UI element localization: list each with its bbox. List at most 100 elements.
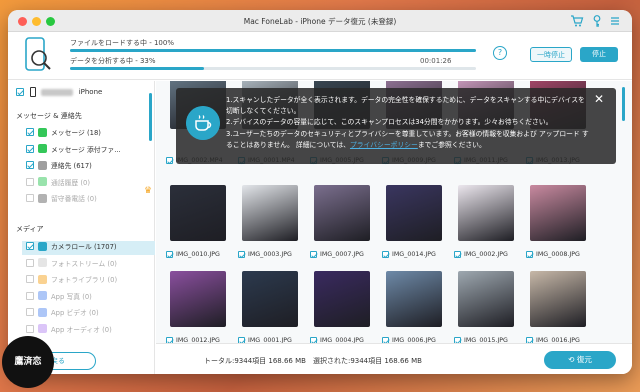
thumbnail-caption[interactable]: IMG_0014.JPG (382, 251, 436, 259)
tooltip-text: 1.スキャンしたデータが全く表示されます。データの完全性を確保するために、データ… (226, 95, 596, 151)
sidebar-item-checkbox[interactable] (26, 242, 34, 250)
cart-icon[interactable] (570, 14, 584, 28)
sidebar-item-checkbox[interactable] (26, 177, 34, 186)
thumbnail-filename: IMG_0003.JPG (248, 251, 292, 258)
sidebar-item-label: App ビデオ (0) (51, 309, 99, 317)
thumbnail-checkbox[interactable] (382, 251, 389, 258)
sidebar-item[interactable]: App ビデオ (0) (26, 307, 151, 321)
phone-scan-icon (25, 37, 51, 71)
tooltip-line: 切断しなくてください。 (226, 107, 301, 116)
window-title: Mac FoneLab - iPhone データ復元 (未登録) (243, 17, 397, 26)
thumbnail-checkbox[interactable] (526, 251, 533, 258)
stop-button[interactable]: 停止 (580, 47, 618, 62)
photo-thumbnail[interactable] (170, 271, 226, 327)
sidebar-item[interactable]: カメラロール (1707) (22, 241, 155, 255)
total-summary: トータル:9344項目 168.66 MB 選択された:9344項目 168.6… (204, 357, 422, 365)
category-sidebar: iPhone メッセージ & 連絡先 メッセージ (18) メッセージ 添付ファ.… (8, 81, 155, 374)
sidebar-item-label: 留守番電話 (0) (51, 195, 97, 203)
sidebar-item-checkbox[interactable] (26, 194, 34, 202)
sidebar-item-label: フォトライブラリ (0) (51, 276, 118, 284)
photo-thumbnail[interactable] (314, 271, 370, 327)
sidebar-item-label: メッセージ (18) (51, 129, 101, 137)
thumbnail-caption[interactable]: IMG_0008.JPG (526, 251, 580, 259)
scan-tips-tooltip: 1.スキャンしたデータが全く表示されます。データの完全性を確保するために、データ… (176, 88, 616, 164)
device-row[interactable]: iPhone (16, 87, 146, 99)
category-icon (38, 291, 47, 300)
close-tooltip-icon[interactable]: ✕ (594, 92, 604, 106)
thumbnail-checkbox[interactable] (454, 251, 461, 258)
photo-thumbnail[interactable] (386, 185, 442, 241)
sidebar-item[interactable]: メッセージ 添付ファ... (26, 144, 151, 158)
pause-button[interactable]: 一時停止 (530, 47, 572, 62)
photo-thumbnail[interactable] (242, 271, 298, 327)
category-icon (38, 324, 47, 333)
footer-bar: トータル:9344項目 168.66 MB 選択された:9344項目 168.6… (156, 343, 632, 374)
sidebar-item-checkbox[interactable] (26, 291, 34, 300)
photo-thumbnail[interactable] (458, 185, 514, 241)
category-icon (38, 160, 47, 170)
restore-label: 復元 (576, 355, 592, 364)
scan-progress-panel: ファイルをロードする中 - 100% データを分析する中 - 33% 00:01… (8, 32, 632, 80)
thumbnail-checkbox[interactable] (238, 251, 245, 258)
sidebar-item-checkbox[interactable] (26, 258, 34, 267)
thumbnail-filename: IMG_0002.JPG (464, 251, 508, 258)
sidebar-item-checkbox[interactable] (26, 275, 34, 283)
thumbnail-checkbox[interactable] (166, 157, 173, 164)
photo-thumbnail[interactable] (530, 271, 586, 327)
photo-thumbnail[interactable] (530, 185, 586, 241)
photo-thumbnail[interactable] (458, 271, 514, 327)
category-icon (38, 274, 47, 284)
sidebar-item[interactable]: App オーディオ (0) (26, 324, 151, 338)
sidebar-item[interactable]: 留守番電話 (0) (26, 193, 151, 207)
sidebar-item-checkbox[interactable] (26, 144, 34, 153)
analyze-progress-label: データを分析する中 - 33% (70, 57, 156, 65)
thumbnail-checkbox[interactable] (310, 251, 317, 258)
sidebar-item-checkbox[interactable] (26, 161, 34, 169)
category-icon (38, 177, 47, 186)
category-icon (38, 241, 47, 251)
grid-scrollbar[interactable] (622, 87, 625, 121)
sidebar-item-label: フォトストリーム (0) (51, 259, 117, 268)
tooltip-line: ることはありません。 詳細については、プライバシーポリシーまでご参照ください。 (226, 140, 596, 151)
photo-thumbnail[interactable] (170, 185, 226, 241)
thumbnail-checkbox[interactable] (166, 251, 173, 258)
sidebar-item-checkbox[interactable] (26, 324, 34, 333)
sidebar-item-label: 通話履歴 (0) (51, 178, 90, 187)
restore-button[interactable]: ⟲ 復元 (544, 351, 616, 369)
app-window: Mac FoneLab - iPhone データ復元 (未登録) ファイルをロー… (8, 10, 632, 374)
sidebar-scrollbar[interactable] (149, 93, 152, 141)
device-name: iPhone (78, 88, 103, 96)
sidebar-item[interactable]: App 写真 (0) (26, 291, 151, 305)
coffee-cup-icon (186, 106, 220, 140)
tooltip-line: 1.スキャンしたデータが全く表示されます。データの完全性を確保するために、データ… (226, 96, 585, 104)
restore-icon: ⟲ (568, 355, 577, 364)
thumbnail-caption[interactable]: IMG_0003.JPG (238, 251, 292, 259)
sidebar-item-checkbox[interactable] (26, 128, 34, 136)
category-icon (38, 307, 47, 317)
help-icon[interactable]: ? (493, 46, 507, 60)
menu-icon[interactable] (608, 14, 622, 28)
key-icon[interactable] (590, 14, 604, 28)
thumbnail-filename: IMG_0014.JPG (392, 251, 436, 258)
sidebar-item[interactable]: メッセージ (18) (26, 127, 151, 141)
thumbnail-caption[interactable]: IMG_0002.JPG (454, 251, 508, 259)
category-icon (38, 144, 47, 153)
sidebar-item-checkbox[interactable] (26, 308, 34, 316)
iphone-icon (30, 87, 37, 97)
thumbnail-caption[interactable]: IMG_0007.JPG (310, 251, 364, 259)
photo-thumbnail[interactable] (314, 185, 370, 241)
sidebar-item[interactable]: フォトライブラリ (0) (26, 274, 151, 288)
device-checkbox[interactable] (16, 88, 24, 96)
privacy-policy-link[interactable]: プライバシーポリシー (350, 141, 418, 149)
thumbnail-caption[interactable]: IMG_0010.JPG (166, 251, 220, 259)
category-icon (38, 127, 47, 137)
sidebar-item[interactable]: 通話履歴 (0) (26, 177, 151, 191)
photo-thumbnail[interactable] (386, 271, 442, 327)
sidebar-item-label: カメラロール (1707) (51, 243, 117, 251)
sidebar-item[interactable]: フォトストリーム (0) (26, 258, 151, 272)
sidebar-item[interactable]: 連絡先 (617) (26, 160, 151, 174)
analyze-progress-fill (70, 67, 204, 70)
elapsed-time: 00:01:26 (420, 57, 452, 65)
title-bar: Mac FoneLab - iPhone データ復元 (未登録) (8, 10, 632, 32)
photo-thumbnail[interactable] (242, 185, 298, 241)
